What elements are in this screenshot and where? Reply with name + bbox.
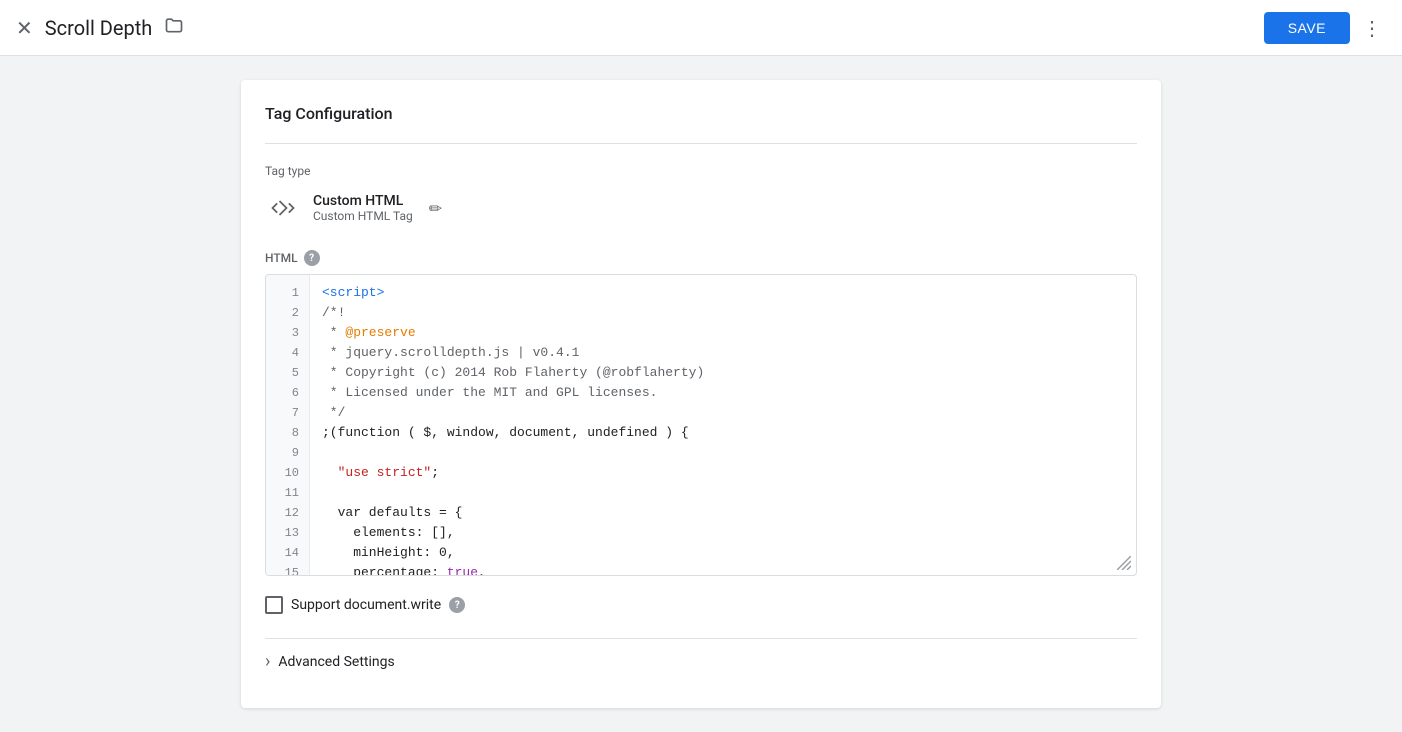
resize-handle[interactable] — [1116, 555, 1132, 571]
card: Tag Configuration Tag type Custom HTML C… — [241, 80, 1161, 708]
top-bar-right: SAVE ⋮ — [1264, 12, 1386, 44]
html-label-row: HTML ? — [265, 250, 1137, 266]
chevron-right-icon: › — [265, 651, 270, 672]
page-title: Scroll Depth — [45, 16, 153, 40]
line-number: 5 — [266, 363, 309, 383]
code-line: * Copyright (c) 2014 Rob Flaherty (@robf… — [322, 363, 1136, 383]
folder-icon[interactable] — [164, 15, 184, 40]
support-document-write-checkbox[interactable] — [265, 596, 283, 614]
line-numbers: 12345678910111213141516171819 — [266, 275, 310, 575]
code-editor[interactable]: 12345678910111213141516171819 <script>/*… — [265, 274, 1137, 576]
edit-tag-type-icon[interactable]: ✏ — [429, 199, 442, 218]
line-number: 2 — [266, 303, 309, 323]
code-line: minHeight: 0, — [322, 543, 1136, 563]
html-label: HTML — [265, 251, 298, 265]
code-line: percentage: true, — [322, 563, 1136, 575]
code-line — [322, 483, 1136, 503]
save-button[interactable]: SAVE — [1264, 12, 1350, 44]
support-document-write-label: Support document.write — [291, 597, 441, 613]
code-line: * Licensed under the MIT and GPL license… — [322, 383, 1136, 403]
code-line: <script> — [322, 283, 1136, 303]
tag-type-info: Custom HTML Custom HTML Tag — [313, 193, 413, 223]
code-line — [322, 443, 1136, 463]
line-number: 9 — [266, 443, 309, 463]
line-number: 6 — [266, 383, 309, 403]
top-bar-left: ✕ Scroll Depth — [16, 15, 184, 40]
line-number: 3 — [266, 323, 309, 343]
top-bar: ✕ Scroll Depth SAVE ⋮ — [0, 0, 1402, 56]
code-editor-inner[interactable]: 12345678910111213141516171819 <script>/*… — [266, 275, 1136, 575]
line-number: 8 — [266, 423, 309, 443]
line-number: 1 — [266, 283, 309, 303]
code-line: ;(function ( $, window, document, undefi… — [322, 423, 1136, 443]
close-icon[interactable]: ✕ — [16, 18, 33, 38]
code-lines[interactable]: <script>/*! * @preserve * jquery.scrolld… — [310, 275, 1136, 575]
support-doc-write-help-icon[interactable]: ? — [449, 597, 465, 613]
line-number: 14 — [266, 543, 309, 563]
code-line: * @preserve — [322, 323, 1136, 343]
tag-type-label: Tag type — [265, 164, 1137, 178]
line-number: 10 — [266, 463, 309, 483]
advanced-settings-label: Advanced Settings — [278, 654, 394, 670]
tag-type-name: Custom HTML — [313, 193, 413, 209]
line-number: 12 — [266, 503, 309, 523]
section-title: Tag Configuration — [265, 104, 1137, 123]
code-line: elements: [], — [322, 523, 1136, 543]
code-line: * jquery.scrolldepth.js | v0.4.1 — [322, 343, 1136, 363]
code-line: */ — [322, 403, 1136, 423]
tag-type-sub: Custom HTML Tag — [313, 209, 413, 223]
more-options-icon[interactable]: ⋮ — [1358, 12, 1386, 44]
support-document-write-row: Support document.write ? — [265, 596, 1137, 614]
custom-html-icon — [265, 190, 301, 226]
code-line: var defaults = { — [322, 503, 1136, 523]
line-number: 4 — [266, 343, 309, 363]
line-number: 15 — [266, 563, 309, 575]
code-line: "use strict"; — [322, 463, 1136, 483]
code-line: /*! — [322, 303, 1136, 323]
help-icon[interactable]: ? — [304, 250, 320, 266]
line-number: 13 — [266, 523, 309, 543]
line-number: 11 — [266, 483, 309, 503]
section-divider — [265, 143, 1137, 144]
line-number: 7 — [266, 403, 309, 423]
advanced-settings-row[interactable]: › Advanced Settings — [265, 638, 1137, 684]
main-content: Tag Configuration Tag type Custom HTML C… — [0, 56, 1402, 732]
tag-type-row: Custom HTML Custom HTML Tag ✏ — [265, 190, 1137, 226]
